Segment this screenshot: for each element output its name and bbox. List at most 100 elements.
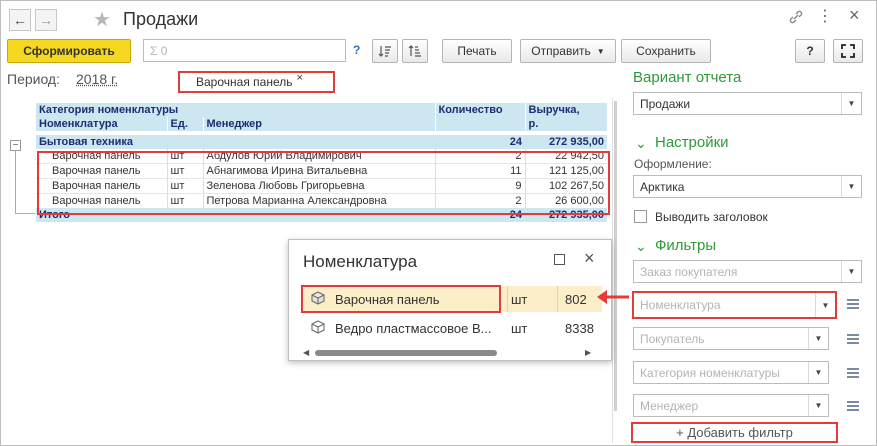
settings-title[interactable]: Настройки xyxy=(655,134,729,151)
search-placeholder: Σ 0 xyxy=(150,43,168,58)
sort-desc-icon xyxy=(378,46,391,57)
red-arrow-icon xyxy=(595,288,631,309)
filter-settings-icon[interactable] xyxy=(846,332,860,349)
filter-settings-icon[interactable] xyxy=(846,366,860,383)
scroll-right-icon[interactable]: ▶ xyxy=(585,348,591,357)
chevron-down-icon: ▼ xyxy=(808,395,828,416)
filter-manager-placeholder: Менеджер xyxy=(640,398,699,413)
collapse-icon[interactable]: − xyxy=(10,140,21,151)
sort-desc-button[interactable] xyxy=(372,39,398,63)
help-link[interactable]: ? xyxy=(353,43,360,57)
sort-asc-button[interactable] xyxy=(402,39,428,63)
popup-item-unit: шт xyxy=(511,321,528,336)
chevron-down-icon: ▼ xyxy=(596,46,605,56)
filter-settings-icon[interactable] xyxy=(846,297,860,314)
filter-category[interactable]: Категория номенклатуры ▼ xyxy=(633,361,829,384)
help-button[interactable]: ? xyxy=(795,39,825,63)
design-select[interactable]: Арктика ▼ xyxy=(633,175,862,198)
design-value: Арктика xyxy=(640,179,685,194)
chevron-down-icon: ▼ xyxy=(841,261,861,282)
send-button[interactable]: Отправить ▼ xyxy=(520,39,616,63)
tree-line xyxy=(15,151,16,213)
header-category: Категория номенклатуры xyxy=(36,103,436,117)
show-header-checkbox[interactable] xyxy=(634,210,647,223)
page-title: Продажи xyxy=(123,9,199,29)
send-label: Отправить xyxy=(531,44,591,58)
popup-close-icon[interactable]: × xyxy=(584,248,595,269)
tree-line xyxy=(15,213,35,214)
header-revenue: Выручка, xyxy=(528,104,580,116)
filter-category-placeholder: Категория номенклатуры xyxy=(640,365,780,380)
rows-highlight xyxy=(37,151,610,215)
close-icon[interactable]: × xyxy=(849,5,860,26)
report-scrollbar[interactable] xyxy=(614,101,617,411)
scroll-left-icon[interactable]: ◀ xyxy=(303,348,309,357)
filter-order-placeholder: Заказ покупателя xyxy=(640,264,738,279)
sort-asc-icon xyxy=(408,45,421,57)
settings-chevron-icon[interactable]: ⌄ xyxy=(635,135,647,152)
col-divider xyxy=(507,286,508,312)
filter-tag-close-icon[interactable]: × xyxy=(296,72,302,84)
popup-scrollbar-thumb[interactable] xyxy=(315,350,497,356)
show-header-label: Выводить заголовок xyxy=(655,210,768,224)
popup-item-name: Ведро пластмассовое В... xyxy=(335,321,492,336)
maximize-icon[interactable] xyxy=(554,254,565,265)
col-divider xyxy=(557,286,558,312)
search-input[interactable]: Σ 0 xyxy=(143,39,346,62)
chevron-down-icon: ▼ xyxy=(815,293,835,317)
filter-settings-icon[interactable] xyxy=(846,399,860,416)
popup-item-value: 8338 xyxy=(565,321,594,336)
filter-buyer-placeholder: Покупатель xyxy=(640,331,705,346)
back-button[interactable]: ← xyxy=(9,9,31,31)
variant-value: Продажи xyxy=(640,96,691,111)
filter-manager[interactable]: Менеджер ▼ xyxy=(633,394,829,417)
chevron-down-icon: ▼ xyxy=(841,93,861,114)
group-quantity: 24 xyxy=(509,136,522,148)
popup-title: Номенклатура xyxy=(303,252,418,271)
popup-item-name: Варочная панель xyxy=(335,292,440,307)
report-window: ← → ★ Продажи ⋮ × Сформировать Σ 0 ? Печ… xyxy=(0,0,877,446)
filter-nomenclature[interactable]: Номенклатура ▼ xyxy=(632,291,837,319)
chevron-down-icon: ▼ xyxy=(808,362,828,383)
group-revenue: 272 935,00 xyxy=(548,136,604,148)
design-label: Оформление: xyxy=(634,157,712,171)
header-item: Номенклатура xyxy=(36,117,168,131)
save-button[interactable]: Сохранить xyxy=(621,39,711,63)
filter-order[interactable]: Заказ покупателя ▼ xyxy=(633,260,862,283)
period-label: Период: xyxy=(7,71,60,87)
link-icon[interactable] xyxy=(788,9,804,28)
header-revenue-unit: р. xyxy=(528,118,539,130)
filter-tag-label: Варочная панель xyxy=(196,75,293,89)
arrow-right-icon: → xyxy=(39,12,53,28)
header-unit: Ед. xyxy=(167,117,204,131)
filters-chevron-icon[interactable]: ⌄ xyxy=(635,238,647,255)
add-filter-button[interactable]: + Добавить фильтр xyxy=(631,422,838,443)
popup-item-unit: шт xyxy=(511,292,528,307)
chevron-down-icon: ▼ xyxy=(841,176,861,197)
print-button[interactable]: Печать xyxy=(442,39,512,63)
variant-title: Вариант отчета xyxy=(633,69,742,86)
cube-icon xyxy=(311,320,325,337)
nomenclature-popup: Номенклатура × Варочная панель шт 802 Ве… xyxy=(288,239,612,361)
fullscreen-button[interactable] xyxy=(833,39,863,63)
period-value[interactable]: 2018 г. xyxy=(76,71,118,87)
report-header-row-1: Категория номенклатуры Количество Выручк… xyxy=(36,103,607,131)
more-icon[interactable]: ⋮ xyxy=(817,6,833,26)
forward-button[interactable]: → xyxy=(35,9,57,31)
filter-nomenclature-placeholder: Номенклатура xyxy=(640,298,721,312)
fullscreen-icon xyxy=(841,44,855,58)
header-manager: Менеджер xyxy=(203,117,436,131)
filter-tag[interactable]: Варочная панель × xyxy=(178,71,335,93)
popup-item-value: 802 xyxy=(565,292,587,307)
arrow-left-icon: ← xyxy=(13,12,27,28)
chevron-down-icon: ▼ xyxy=(808,328,828,349)
star-icon[interactable]: ★ xyxy=(93,7,111,32)
filter-buyer[interactable]: Покупатель ▼ xyxy=(633,327,829,350)
variant-select[interactable]: Продажи ▼ xyxy=(633,92,862,115)
cube-icon xyxy=(311,291,325,308)
group-name: Бытовая техника xyxy=(39,136,133,148)
header-quantity: Количество xyxy=(435,103,526,131)
filters-title[interactable]: Фильтры xyxy=(655,237,716,254)
group-row[interactable]: Бытовая техника 24 272 935,00 xyxy=(36,135,607,149)
generate-button[interactable]: Сформировать xyxy=(7,39,131,63)
